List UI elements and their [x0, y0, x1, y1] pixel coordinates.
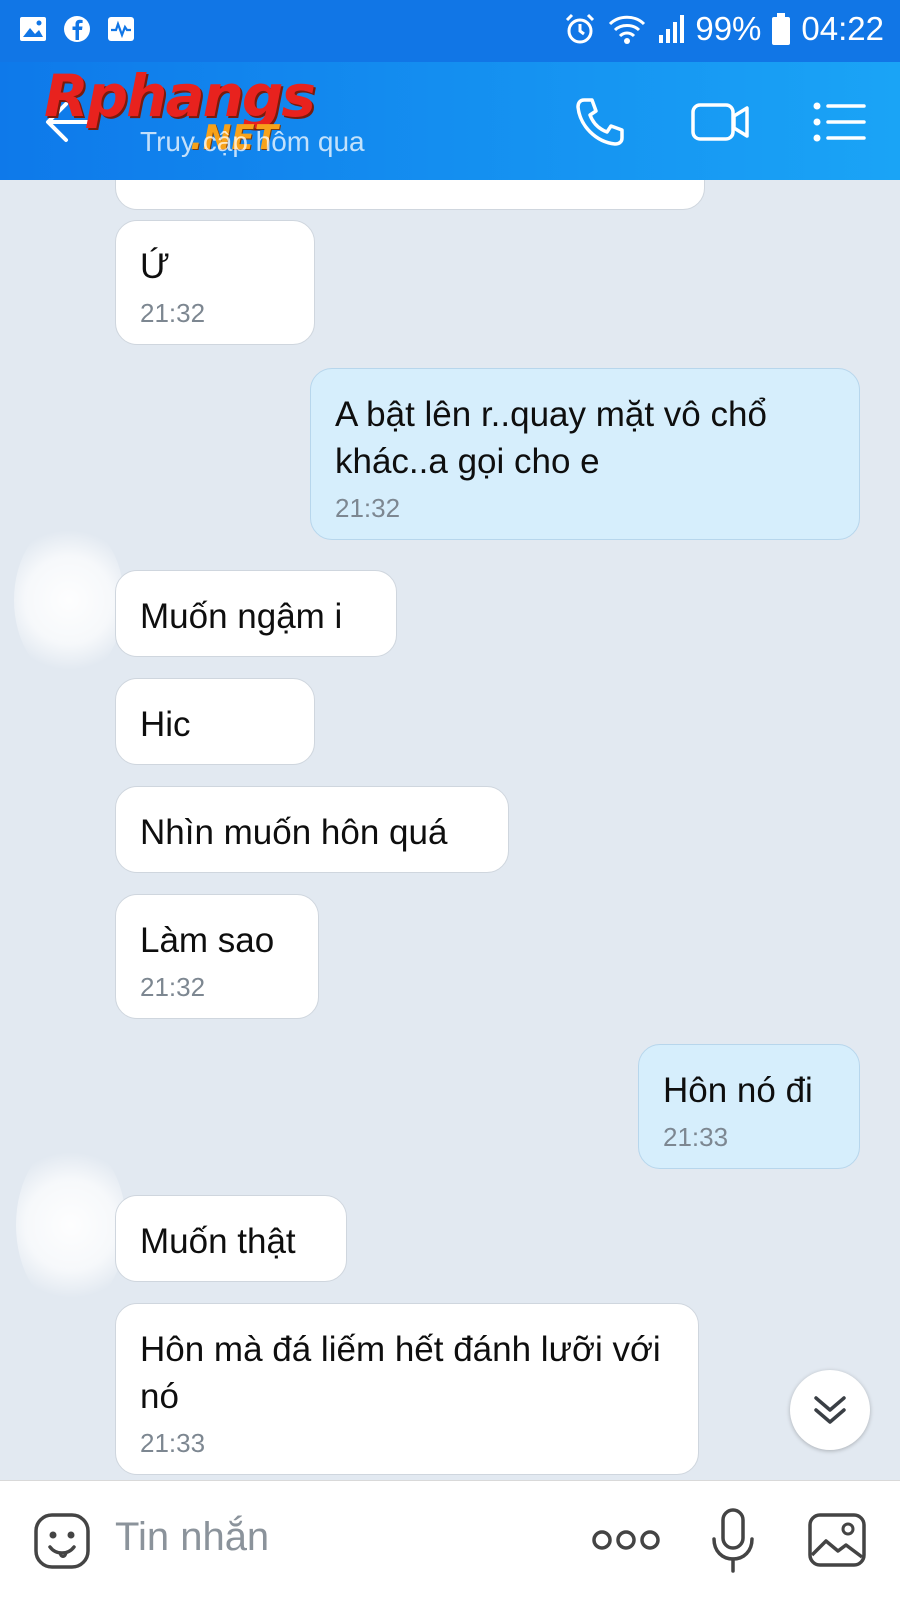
message-text: Muốn thật	[140, 1222, 296, 1261]
message-time: 21:32	[140, 298, 206, 328]
activity-icon	[108, 17, 134, 41]
image-icon[interactable]	[806, 1509, 868, 1571]
message-text: Hôn mà đá liếm hết đánh lưỡi với nó	[140, 1330, 661, 1416]
message-bubble[interactable]: Làm sao 21:32	[115, 894, 319, 1019]
message-text: Nhìn muốn hôn quá	[140, 813, 448, 852]
message-bubble-me[interactable]: Hôn nó đi 21:33	[638, 1044, 860, 1169]
alarm-icon	[566, 13, 595, 44]
signal-icon	[659, 15, 685, 43]
battery-percent: 99%	[695, 10, 762, 47]
gallery-icon	[20, 17, 46, 41]
clock: 04:22	[801, 10, 884, 47]
message-input[interactable]: Tin nhắn	[115, 1515, 269, 1560]
message-bubble[interactable]: Muốn ngậm i	[115, 570, 397, 657]
menu-icon[interactable]	[810, 92, 870, 152]
facebook-icon	[64, 16, 90, 42]
more-dots-icon[interactable]	[590, 1525, 662, 1555]
message-text: Muốn ngậm i	[140, 597, 343, 636]
video-call-icon[interactable]	[690, 92, 750, 152]
message-text: Làm sao	[140, 921, 275, 960]
wifi-icon	[609, 15, 646, 44]
message-bubble[interactable]: Hôn mà đá liếm hết đánh lưỡi với nó 21:3…	[115, 1303, 699, 1475]
scroll-to-bottom-button[interactable]	[790, 1370, 870, 1450]
last-seen-subtitle: Truy cập hôm qua	[140, 126, 365, 157]
message-time: 21:33	[140, 1428, 206, 1458]
sticker-icon[interactable]	[32, 1511, 92, 1571]
microphone-icon[interactable]	[708, 1507, 758, 1575]
message-bubble-clipped	[115, 180, 705, 210]
message-text: Hôn nó đi	[663, 1071, 813, 1110]
message-time: 21:32	[140, 972, 206, 1002]
status-bar: 99% 04:22	[0, 0, 900, 62]
phone-icon[interactable]	[570, 92, 630, 152]
message-text: A bật lên r..quay mặt vô chổ khác..a gọi…	[335, 395, 767, 481]
chat-header: Rphangs .NET Truy cập hôm qua	[0, 62, 900, 180]
battery-icon	[772, 13, 791, 45]
message-time: 21:32	[335, 493, 401, 523]
double-chevron-down-icon	[814, 1396, 846, 1424]
avatar[interactable]	[14, 520, 124, 680]
message-bubble[interactable]: Hic	[115, 678, 315, 765]
message-text: Ứ	[140, 247, 170, 286]
message-bubble-me[interactable]: A bật lên r..quay mặt vô chổ khác..a gọi…	[310, 368, 860, 540]
avatar[interactable]	[16, 1140, 126, 1310]
message-input-bar: Tin nhắn	[0, 1480, 900, 1601]
message-time: 21:33	[663, 1122, 729, 1152]
message-bubble[interactable]: Nhìn muốn hôn quá	[115, 786, 509, 873]
message-text: Hic	[140, 705, 191, 744]
message-bubble[interactable]: Muốn thật	[115, 1195, 347, 1282]
message-list[interactable]: Ứ 21:32 A bật lên r..quay mặt vô chổ khá…	[0, 180, 900, 1480]
message-bubble[interactable]: Ứ 21:32	[115, 220, 315, 345]
